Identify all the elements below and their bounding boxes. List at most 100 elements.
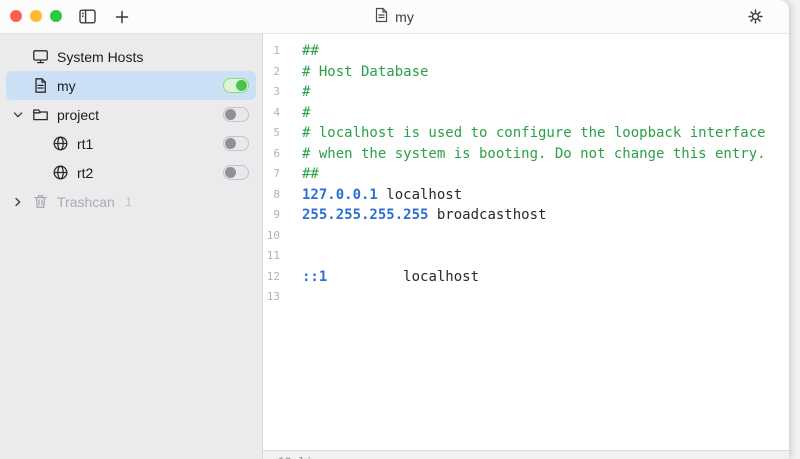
window-controls xyxy=(10,10,62,22)
line-content: 255.255.255.255 broadcasthost xyxy=(280,205,546,226)
code-segment-plain: localhost xyxy=(327,268,480,285)
line-content: 127.0.0.1 localhost xyxy=(280,185,462,206)
document-icon xyxy=(375,7,388,26)
sidebar-item-label: Trashcan xyxy=(57,193,115,210)
line-content: # Host Database xyxy=(280,62,428,83)
code-line[interactable]: 3 # xyxy=(263,82,789,103)
code-line[interactable]: 1 ## xyxy=(263,41,789,62)
folder-icon xyxy=(32,106,49,123)
code-line[interactable]: 9 255.255.255.255 broadcasthost xyxy=(263,205,789,226)
sidebar-item-my[interactable]: my xyxy=(6,71,256,100)
sidebar-item-label: rt1 xyxy=(77,135,94,152)
code-line[interactable]: 6 # when the system is booting. Do not ch… xyxy=(263,144,789,165)
monitor-icon xyxy=(32,48,49,65)
sidebar-item-label: System Hosts xyxy=(57,48,144,65)
editor-panel: 1 ## 2 # Host Database 3 #4 #5 # localhost is u… xyxy=(263,34,789,459)
sidebar-item-label: project xyxy=(57,106,100,123)
code-line[interactable]: 5 # localhost is used to configure the lo… xyxy=(263,123,789,144)
code-segment-comment: # xyxy=(302,104,311,121)
status-bar: 13 lines xyxy=(263,450,789,459)
line-content xyxy=(280,226,302,247)
sidebar-item-rt2[interactable]: rt2 xyxy=(6,158,256,187)
line-content: # localhost is used to configure the loo… xyxy=(280,123,766,144)
code-segment-plain: localhost xyxy=(377,186,463,203)
add-hosts-button[interactable] xyxy=(115,10,129,24)
line-content: # xyxy=(280,82,310,103)
code-segment-ip: 255.255.255.255 xyxy=(302,207,429,223)
globe-icon xyxy=(52,135,69,152)
sidebar-item-trashcan[interactable]: Trashcan 1 xyxy=(6,187,256,216)
sidebar: System Hosts my project rt1 rt2 Trashcan 1 xyxy=(0,34,263,459)
toggle-sidebar-button[interactable] xyxy=(79,9,96,24)
trash-icon xyxy=(32,193,49,210)
line-content: ## xyxy=(280,164,319,185)
line-number: 3 xyxy=(273,85,280,98)
line-number: 12 xyxy=(266,269,280,283)
main-split: System Hosts my project rt1 rt2 Trashcan 1 1 ##… xyxy=(0,34,789,459)
sidebar-item-project[interactable]: project xyxy=(6,100,256,129)
code-line[interactable]: 10 xyxy=(263,226,789,247)
close-window-button[interactable] xyxy=(10,10,22,22)
document-icon xyxy=(32,77,49,94)
item-count-badge: 1 xyxy=(124,194,133,209)
titlebar: my xyxy=(0,0,789,34)
line-number: 13 xyxy=(266,290,280,303)
line-content xyxy=(280,246,302,267)
toggle-knob xyxy=(236,80,247,91)
zoom-window-button[interactable] xyxy=(50,10,62,22)
code-line[interactable]: 2 # Host Database xyxy=(263,62,789,83)
code-line[interactable]: 13 xyxy=(263,287,789,308)
sidebar-item-system-hosts[interactable]: System Hosts xyxy=(6,42,256,71)
code-segment-comment: # xyxy=(302,84,311,100)
gear-icon xyxy=(747,9,764,28)
code-segment-comment: # when the system is booting. Do not cha… xyxy=(302,145,766,162)
hosts-toggle-rt2[interactable] xyxy=(223,165,249,180)
code-segment-comment: ## xyxy=(302,166,319,182)
code-area[interactable]: 1 ## 2 # Host Database 3 #4 #5 # localhost is u… xyxy=(263,34,789,308)
line-content xyxy=(280,287,302,308)
sidebar-panel-icon xyxy=(79,9,96,27)
code-segment-plain: broadcasthost xyxy=(428,207,547,223)
chevron-right-icon[interactable] xyxy=(12,196,32,208)
sidebar-item-label: rt2 xyxy=(77,164,94,181)
code-segment-comment: # localhost is used to configure the loo… xyxy=(302,125,766,141)
line-content: ::1 localhost xyxy=(280,267,479,288)
line-number: 10 xyxy=(266,228,280,242)
code-line[interactable]: 11 xyxy=(263,246,789,267)
code-segment-comment: # Host Database xyxy=(302,63,429,80)
hosts-toggle-project[interactable] xyxy=(223,107,249,122)
code-segment-comment: ## xyxy=(302,43,319,59)
toggle-knob xyxy=(225,109,236,120)
app-window: my System Hosts my project rt1 rt2 Trashcan 1 xyxy=(0,0,789,459)
hosts-toggle-rt1[interactable] xyxy=(223,136,249,151)
line-number: 8 xyxy=(273,187,280,201)
line-number: 9 xyxy=(273,208,280,221)
line-number: 5 xyxy=(273,126,280,139)
globe-icon xyxy=(52,164,69,181)
line-number: 6 xyxy=(273,146,280,160)
page-title: my xyxy=(395,8,414,25)
sidebar-item-rt1[interactable]: rt1 xyxy=(6,129,256,158)
code-segment-ip: ::1 xyxy=(302,268,328,285)
line-number: 11 xyxy=(266,249,280,262)
line-content: ## xyxy=(280,41,319,62)
code-line[interactable]: 12::1 localhost xyxy=(263,267,789,288)
plus-icon xyxy=(115,10,129,27)
minimize-window-button[interactable] xyxy=(30,10,42,22)
line-content: # when the system is booting. Do not cha… xyxy=(280,144,766,165)
code-line[interactable]: 8 127.0.0.1 localhost xyxy=(263,185,789,206)
line-number: 1 xyxy=(273,44,280,57)
hosts-toggle-my[interactable] xyxy=(223,78,249,93)
settings-button[interactable] xyxy=(747,8,764,25)
code-segment-ip: 127.0.0.1 xyxy=(302,186,378,203)
line-number: 4 xyxy=(273,105,280,119)
code-line[interactable]: 4 # xyxy=(263,103,789,124)
line-content: # xyxy=(280,103,310,124)
sidebar-item-label: my xyxy=(57,77,76,94)
toggle-knob xyxy=(225,167,236,178)
code-line[interactable]: 7 ## xyxy=(263,164,789,185)
line-number: 7 xyxy=(273,167,280,180)
line-count-label: 13 lines xyxy=(278,455,333,459)
toggle-knob xyxy=(225,138,236,149)
chevron-down-icon[interactable] xyxy=(12,109,32,121)
